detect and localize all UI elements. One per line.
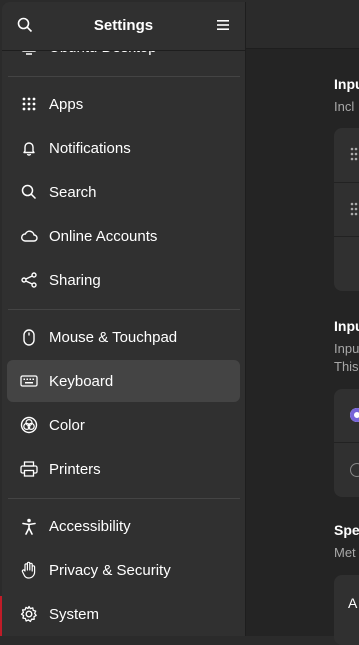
section-title: Inpu: [334, 76, 359, 92]
main-header: [246, 0, 359, 49]
section-title: Spe: [334, 522, 359, 538]
sidebar-item-online-accounts[interactable]: Online Accounts: [7, 215, 240, 257]
sidebar-item-label: Search: [49, 184, 97, 201]
sidebar-title: Settings: [93, 17, 154, 34]
section-subtitle: Incl: [334, 99, 355, 114]
gear-icon: [20, 605, 38, 623]
sidebar-item-notifications[interactable]: Notifications: [7, 127, 240, 169]
sidebar-header: Settings: [2, 2, 245, 51]
color-icon: [20, 416, 38, 434]
sidebar-item-label: Accessibility: [49, 518, 131, 535]
radio-unselected[interactable]: [350, 463, 359, 477]
separator: [8, 309, 240, 310]
radio-selected[interactable]: [350, 408, 359, 422]
sidebar: Settings Ubuntu Desktop Apps Notifica: [2, 2, 246, 636]
sidebar-item-privacy-security[interactable]: Privacy & Security: [7, 549, 240, 591]
keyboard-icon: [20, 372, 38, 390]
input-source-row[interactable]: [334, 183, 359, 237]
section-subtitle: This: [334, 359, 359, 374]
hamburger-menu-icon: [216, 19, 230, 31]
sidebar-item-label: Notifications: [49, 140, 131, 157]
sidebar-item-apps[interactable]: Apps: [7, 83, 240, 125]
add-input-source-row[interactable]: [334, 237, 359, 291]
sidebar-item-label: Color: [49, 417, 85, 434]
sidebar-item-printers[interactable]: Printers: [7, 448, 240, 490]
cloud-icon: [20, 227, 38, 245]
section-subtitle: Inpu: [334, 341, 359, 356]
sidebar-item-label: Keyboard: [49, 373, 114, 390]
sidebar-item-label: Online Accounts: [49, 228, 158, 245]
section-subtitle: Met: [334, 545, 356, 560]
search-icon: [20, 183, 38, 201]
input-source-row[interactable]: [334, 128, 359, 183]
section-title: Inpu: [334, 318, 359, 334]
sidebar-item-label: Printers: [49, 461, 101, 478]
sidebar-item-label: Privacy & Security: [49, 562, 171, 579]
separator: [8, 498, 240, 499]
sidebar-item-mouse-touchpad[interactable]: Mouse & Touchpad: [7, 316, 240, 358]
drag-handle-icon[interactable]: [350, 202, 358, 216]
drag-handle-icon[interactable]: [350, 147, 358, 161]
sidebar-item-color[interactable]: Color: [7, 404, 240, 446]
row-label[interactable]: A: [348, 595, 357, 611]
special-character-card: A: [334, 575, 359, 645]
mouse-icon: [20, 328, 38, 346]
apps-grid-icon: [20, 95, 38, 113]
sidebar-item-sharing[interactable]: Sharing: [7, 259, 240, 301]
input-sources-card: [334, 128, 359, 291]
main-panel: Inpu Incl Inpu Inpu This Spe Met A: [246, 0, 359, 645]
sidebar-item-label: Sharing: [49, 272, 101, 289]
accessibility-icon: [20, 517, 38, 535]
window-edge: [0, 596, 2, 636]
separator: [8, 76, 240, 77]
bell-icon: [20, 139, 38, 157]
printer-icon: [20, 460, 38, 478]
sidebar-item-keyboard[interactable]: Keyboard: [7, 360, 240, 402]
sidebar-item-label: Mouse & Touchpad: [49, 329, 178, 346]
main-menu-button[interactable]: [212, 14, 234, 36]
input-source-switching-card: [334, 389, 359, 497]
sidebar-item-search[interactable]: Search: [7, 171, 240, 213]
sidebar-item-label: Apps: [49, 96, 84, 113]
sidebar-item-system[interactable]: System: [7, 593, 240, 635]
radio-row[interactable]: [334, 389, 359, 443]
sidebar-item-label: System: [49, 606, 100, 623]
radio-row[interactable]: [334, 443, 359, 497]
share-icon: [20, 271, 38, 289]
hand-icon: [20, 561, 38, 579]
sidebar-item-accessibility[interactable]: Accessibility: [7, 505, 240, 547]
